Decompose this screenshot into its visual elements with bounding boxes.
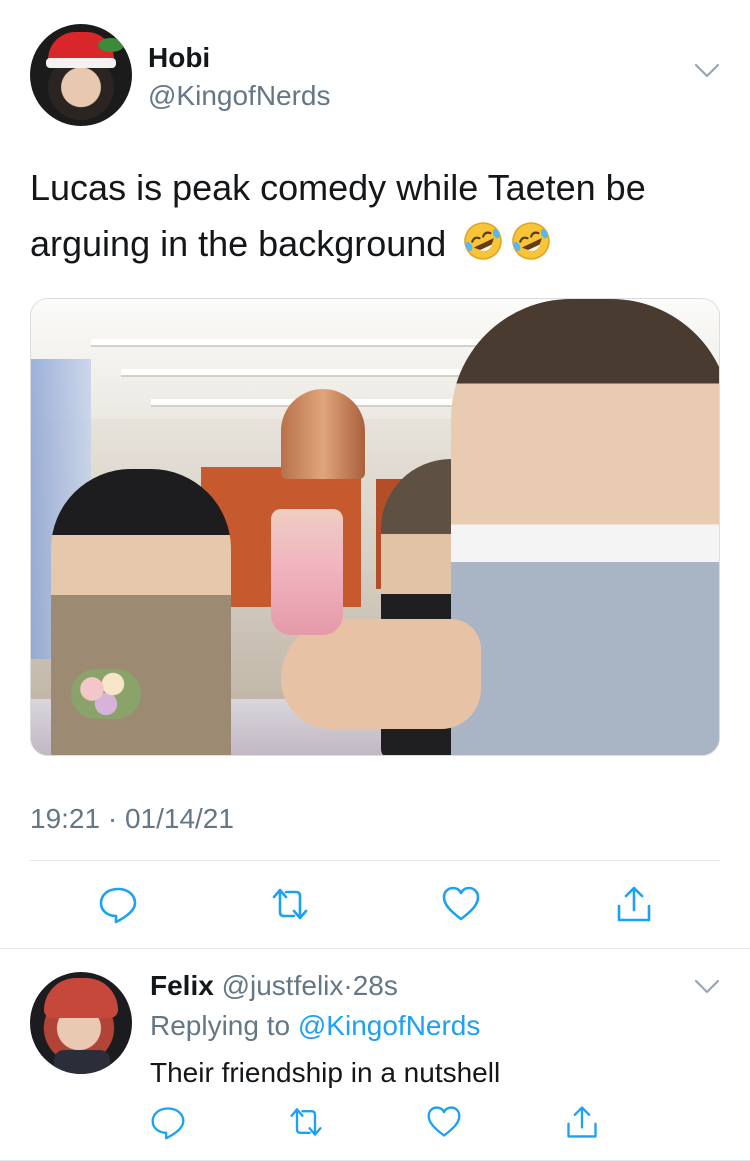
share-icon xyxy=(617,886,651,922)
photo-cup xyxy=(271,509,343,635)
reply-author-name[interactable]: Felix xyxy=(150,970,214,1001)
heart-icon xyxy=(427,1106,461,1137)
santa-hat-band xyxy=(46,58,116,68)
photo-beam xyxy=(91,339,511,347)
chevron-down-icon[interactable] xyxy=(694,62,720,80)
divider xyxy=(0,948,750,949)
photo-person xyxy=(451,299,719,755)
reply-retweet-button[interactable] xyxy=(288,1104,324,1140)
divider xyxy=(30,860,720,861)
replying-to-prefix: Replying to xyxy=(150,1010,291,1041)
reply-like-button[interactable] xyxy=(426,1104,462,1140)
photo-lamp xyxy=(281,389,365,479)
replying-to-link[interactable]: @KingofNerds xyxy=(298,1010,481,1041)
reply-share-button[interactable] xyxy=(564,1104,600,1140)
avatar-hair xyxy=(44,978,118,1018)
share-button[interactable] xyxy=(614,884,654,924)
photo-hand xyxy=(281,619,481,729)
replying-to: Replying to @KingofNerds xyxy=(150,1010,480,1042)
retweet-button[interactable] xyxy=(270,884,310,924)
tweet-text: Lucas is peak comedy while Taeten be arg… xyxy=(30,160,730,272)
reply-time: 28s xyxy=(352,970,398,1001)
holly-decoration xyxy=(98,38,124,52)
rolling-on-floor-laughing-emoji-icon xyxy=(464,222,503,260)
reply-header: Felix @justfelix·28s xyxy=(150,970,398,1002)
photo-flowers xyxy=(71,669,141,719)
rolling-on-floor-laughing-emoji-icon xyxy=(512,222,551,260)
reply-separator: · xyxy=(343,970,353,1001)
tweet-photo[interactable] xyxy=(30,298,720,756)
reply-icon xyxy=(99,887,137,924)
author-name[interactable]: Hobi xyxy=(148,42,210,74)
chevron-down-icon[interactable] xyxy=(694,978,720,996)
retweet-icon xyxy=(272,888,308,920)
retweet-icon xyxy=(290,1108,322,1136)
author-avatar[interactable] xyxy=(30,24,132,126)
photo-person xyxy=(51,469,231,755)
avatar-collar xyxy=(54,1050,110,1074)
like-button[interactable] xyxy=(441,884,481,924)
author-handle[interactable]: @KingofNerds xyxy=(148,80,331,112)
heart-icon xyxy=(442,886,480,921)
reply-icon xyxy=(151,1107,185,1140)
share-icon xyxy=(567,1106,597,1138)
reply-button[interactable] xyxy=(98,884,138,924)
reply-text: Their friendship in a nutshell xyxy=(150,1057,501,1088)
reply-reply-button[interactable] xyxy=(150,1104,186,1140)
photo-beam xyxy=(121,369,501,377)
reply-author-avatar[interactable] xyxy=(30,972,132,1074)
tweet-timestamp[interactable]: 19:21 · 01/14/21 xyxy=(30,803,234,835)
tweet-text-content: Lucas is peak comedy while Taeten be arg… xyxy=(30,167,646,264)
reply-author-handle[interactable]: @justfelix xyxy=(222,970,344,1001)
